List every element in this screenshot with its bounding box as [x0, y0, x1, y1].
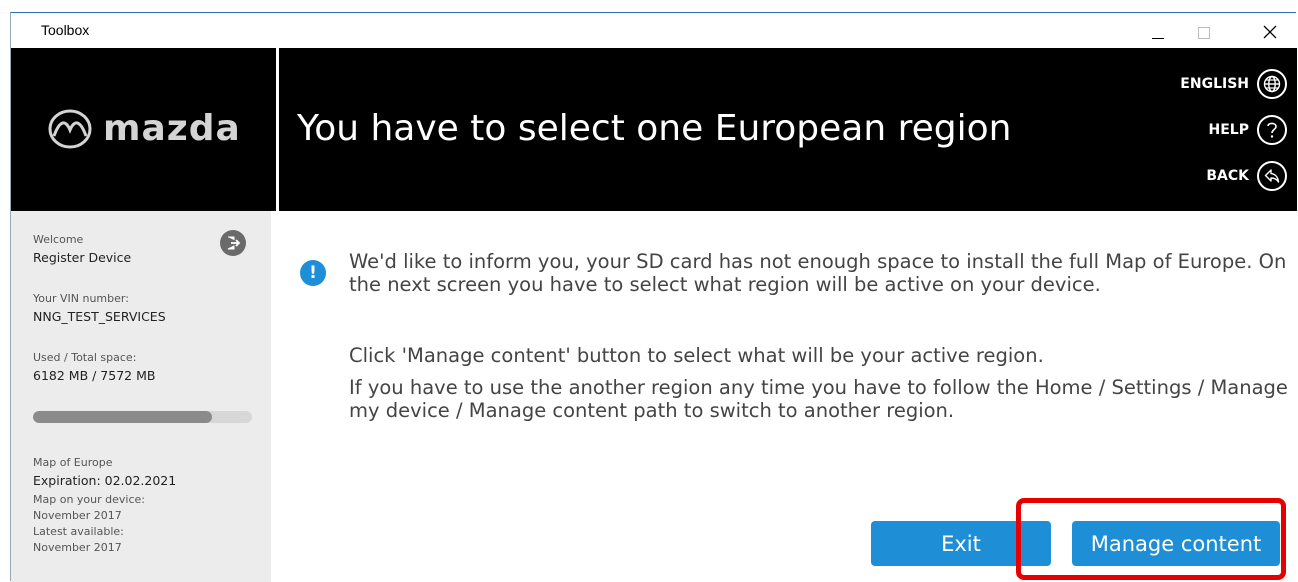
mazda-logo-icon — [48, 109, 92, 149]
back-label: BACK — [1206, 168, 1249, 184]
map-name: Map of Europe — [33, 456, 113, 469]
info-message: We'd like to inform you, your SD card ha… — [349, 250, 1287, 296]
storage-progress-bar — [33, 411, 252, 423]
logout-button[interactable] — [220, 230, 246, 256]
map-on-device-value: November 2017 — [33, 509, 122, 522]
header-bar: You have to select one European region E… — [279, 48, 1297, 211]
device-name: Register Device — [33, 250, 132, 265]
path-hint-message: If you have to use the another region an… — [349, 376, 1288, 422]
storage-progress-fill — [33, 411, 212, 423]
map-on-device-label: Map on your device: — [33, 493, 145, 506]
instruction-message: Click 'Manage content' button to select … — [349, 344, 1044, 367]
map-expiration: Expiration: 02.02.2021 — [33, 473, 177, 488]
brand-panel: mazda — [11, 48, 276, 211]
minimize-button[interactable] — [1140, 17, 1176, 45]
latest-available-label: Latest available: — [33, 525, 124, 538]
help-link[interactable]: HELP — [1209, 114, 1287, 146]
info-icon: ! — [300, 260, 326, 286]
brand-name: mazda — [103, 108, 241, 149]
mazda-logo: mazda — [47, 108, 247, 150]
back-arrow-icon — [1257, 161, 1287, 191]
maximize-button[interactable] — [1186, 17, 1222, 45]
window-title: Toolbox — [41, 22, 90, 38]
vin-value: NNG_TEST_SERVICES — [33, 309, 166, 324]
language-label: ENGLISH — [1180, 76, 1249, 92]
vin-label: Your VIN number: — [33, 292, 129, 305]
exit-button[interactable]: Exit — [871, 521, 1051, 566]
close-icon — [1263, 25, 1277, 39]
question-icon — [1257, 115, 1287, 145]
space-label: Used / Total space: — [33, 351, 137, 364]
welcome-label: Welcome — [33, 233, 84, 246]
close-button[interactable] — [1252, 17, 1288, 45]
latest-available-value: November 2017 — [33, 541, 122, 554]
main-content: ! We'd like to inform you, your SD card … — [279, 211, 1297, 582]
toolbox-window: Toolbox mazda You have to select one Eur… — [10, 12, 1297, 582]
back-link[interactable]: BACK — [1206, 160, 1287, 192]
maximize-icon — [1198, 27, 1210, 39]
space-value: 6182 MB / 7572 MB — [33, 368, 156, 383]
page-title: You have to select one European region — [297, 108, 1012, 149]
minimize-icon — [1152, 38, 1164, 39]
globe-icon — [1257, 69, 1287, 99]
device-sidebar: Welcome Register Device Your VIN number:… — [11, 211, 271, 582]
language-selector[interactable]: ENGLISH — [1180, 68, 1287, 100]
help-label: HELP — [1208, 122, 1249, 138]
logout-icon — [227, 236, 241, 250]
title-bar: Toolbox — [11, 13, 1296, 48]
manage-content-button[interactable]: Manage content — [1072, 521, 1280, 566]
